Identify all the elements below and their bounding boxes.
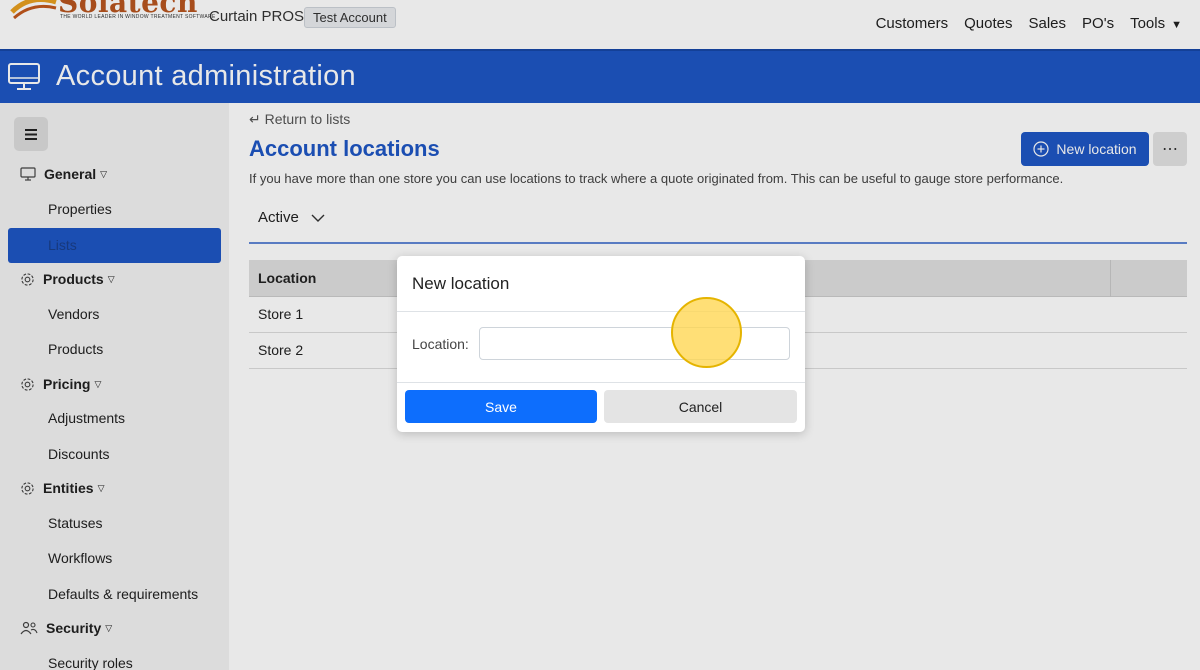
dialog-divider bbox=[397, 382, 805, 383]
dialog-divider bbox=[397, 311, 805, 312]
location-field-label: Location: bbox=[412, 336, 469, 352]
new-location-dialog: New location Location: Save Cancel bbox=[397, 256, 805, 432]
dialog-title: New location bbox=[412, 274, 510, 293]
location-input[interactable] bbox=[479, 327, 790, 360]
click-indicator bbox=[671, 297, 742, 368]
save-button[interactable]: Save bbox=[405, 390, 597, 423]
cancel-button[interactable]: Cancel bbox=[604, 390, 797, 423]
